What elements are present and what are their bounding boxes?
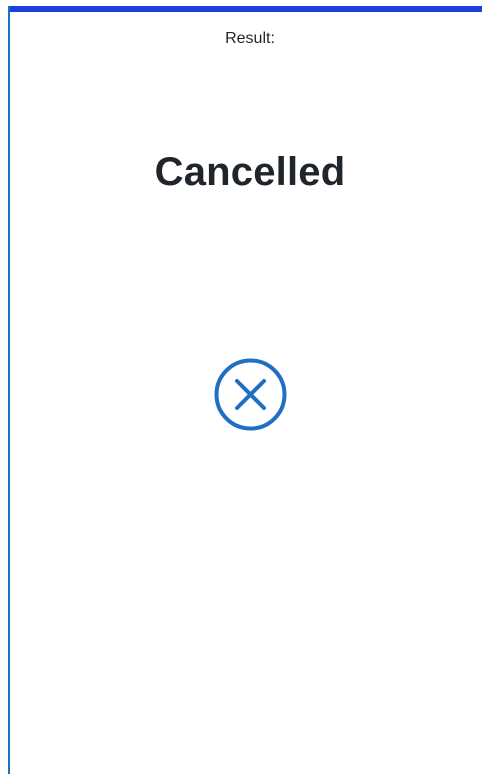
- result-screen: Result: Cancelled: [0, 0, 482, 774]
- result-label: Result:: [225, 30, 275, 47]
- status-title: Cancelled: [154, 150, 346, 194]
- left-edge-rule: [8, 6, 10, 774]
- close-circle-icon: [213, 357, 288, 432]
- top-accent-bar: [8, 6, 482, 12]
